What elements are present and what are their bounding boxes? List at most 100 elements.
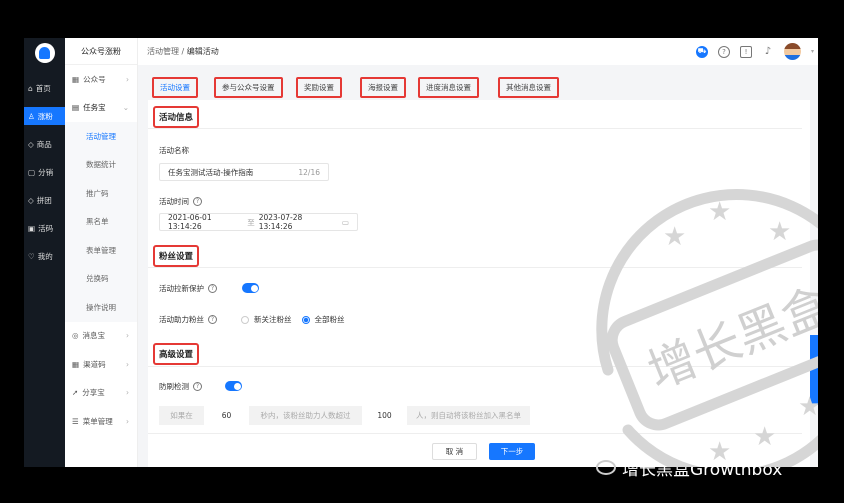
divider xyxy=(148,267,802,268)
breadcrumb-current: 编辑活动 xyxy=(186,47,219,56)
tab-poster-settings[interactable]: 海报设置 xyxy=(360,77,406,98)
bell-icon[interactable]: ♪ xyxy=(762,46,774,58)
footer-watermark: 增长黑盒Growthbox xyxy=(596,455,782,480)
watermark-stamp: 增长黑盒 ★★★★ ★★ xyxy=(596,189,818,467)
nav-live-code[interactable]: ▣ 活码 xyxy=(24,214,65,242)
feedback-icon[interactable]: ! xyxy=(739,45,752,58)
form-card: 增长黑盒 ★ ★ ★ ★ ★ ★ 活动信息 活动名称 任务宝测试活动-操作指南 12/16 … xyxy=(148,100,818,467)
next-step-button[interactable]: 下一步 xyxy=(489,443,535,460)
tab-other-message-settings[interactable]: 其他消息设置 xyxy=(498,77,559,98)
chevron-down-icon[interactable]: ▾ xyxy=(811,48,814,55)
task-submenu: 活动管理 数据统计 推广码 黑名单 表单管理 兑换码 操作说明 xyxy=(65,122,137,322)
calendar-icon: ▤ xyxy=(72,103,80,113)
floating-side-tab[interactable] xyxy=(810,335,818,405)
tab-activity-settings[interactable]: 活动设置 xyxy=(152,77,198,98)
divider xyxy=(148,366,802,367)
grid-icon: ▦ xyxy=(72,74,80,84)
help-icon[interactable]: ? xyxy=(717,45,730,58)
svg-text:★: ★ xyxy=(753,422,776,452)
nav-form-management[interactable]: 表单管理 xyxy=(65,236,137,265)
home-icon: ⌂ xyxy=(28,83,33,93)
chevron-right-icon: › xyxy=(126,359,129,369)
anti-fraud-rule: 如果在 60 秒内，该粉丝助力人数超过 100 人，则自动将该粉丝加入黑名单 xyxy=(159,406,530,425)
nav-instructions[interactable]: 操作说明 xyxy=(65,293,137,322)
lock-icon: ▢ xyxy=(28,167,36,177)
calendar-icon: ▭ xyxy=(341,217,349,227)
settings-tabs: 活动设置 参与公众号设置 奖励设置 海报设置 进度消息设置 其他消息设置 xyxy=(148,73,810,100)
chevron-down-icon: ⌄ xyxy=(122,103,129,113)
activity-name-input[interactable]: 任务宝测试活动-操作指南 12/16 xyxy=(159,163,329,181)
tab-reward-settings[interactable]: 奖励设置 xyxy=(296,77,342,98)
message-icon: ◎ xyxy=(72,331,79,341)
tag-icon: ◇ xyxy=(28,139,34,149)
count-input[interactable]: 100 xyxy=(362,406,407,425)
chevron-right-icon: › xyxy=(126,416,129,426)
section-advanced-settings: 高级设置 xyxy=(153,343,200,365)
avatar[interactable] xyxy=(783,43,801,60)
shield-icon: ♡ xyxy=(28,251,35,261)
app-window: ⌂ 首页 ♙ 涨粉 ◇ 商品 ▢ 分销 ◇ 拼团 ▣ 活码 ♡ 我的 公众号涨粉 ▦ 公众号 › … xyxy=(24,38,818,467)
svg-text:★: ★ xyxy=(708,197,731,227)
divider xyxy=(148,433,802,434)
breadcrumb: 活动管理 / 编辑活动 xyxy=(147,47,219,56)
nav-data-stats[interactable]: 数据统计 xyxy=(65,151,137,180)
assist-fans-label: 活动助力粉丝? xyxy=(159,314,217,325)
nav-group-buy[interactable]: ◇ 拼团 xyxy=(24,186,65,214)
assist-fans-radio-group: 新关注粉丝 全部粉丝 xyxy=(241,314,345,325)
logo xyxy=(34,43,55,63)
new-fan-protection-toggle[interactable] xyxy=(242,283,259,293)
anti-fraud-toggle[interactable] xyxy=(225,381,242,391)
qr-icon: ▣ xyxy=(28,223,36,233)
send-icon: ➚ xyxy=(72,388,79,398)
nav-channel-code[interactable]: ▦ 渠道码 › xyxy=(65,350,137,379)
nav-home[interactable]: ⌂ 首页 xyxy=(24,74,65,102)
help-icon[interactable]: ? xyxy=(193,382,202,391)
chevron-right-icon: › xyxy=(126,331,129,341)
activity-name-label: 活动名称 xyxy=(159,146,189,155)
chevron-right-icon: › xyxy=(126,74,129,84)
nav-mine[interactable]: ♡ 我的 xyxy=(24,242,65,270)
help-icon[interactable]: ? xyxy=(208,284,217,293)
nav-share-treasure[interactable]: ➚ 分享宝 › xyxy=(65,379,137,408)
section-activity-info: 活动信息 xyxy=(153,106,200,128)
svg-text:★: ★ xyxy=(663,222,686,252)
help-icon[interactable]: ? xyxy=(208,315,217,324)
anti-fraud-label: 防刷检测? xyxy=(159,381,202,392)
cancel-button[interactable]: 取 消 xyxy=(432,443,477,460)
nav-distribution[interactable]: ▢ 分销 xyxy=(24,158,65,186)
user-icon: ♙ xyxy=(28,111,35,121)
radio-all-fans[interactable]: 全部粉丝 xyxy=(301,314,345,325)
cart-icon[interactable]: ⛟ xyxy=(695,45,708,58)
svg-text:★: ★ xyxy=(768,217,791,247)
radio-new-fans[interactable]: 新关注粉丝 xyxy=(241,314,292,325)
seconds-input[interactable]: 60 xyxy=(204,406,249,425)
tag-icon: ◇ xyxy=(28,195,34,205)
nav-official-account[interactable]: ▦ 公众号 › xyxy=(65,65,137,94)
svg-text:增长黑盒: 增长黑盒 xyxy=(640,277,818,401)
nav-message-treasure[interactable]: ◎ 消息宝 › xyxy=(65,322,137,351)
brand-title: 公众号涨粉 xyxy=(65,38,137,65)
section-fans-settings: 粉丝设置 xyxy=(153,245,200,267)
nav-grow-fans[interactable]: ♙ 涨粉 xyxy=(24,107,65,125)
nav-task-treasure[interactable]: ▤ 任务宝 ⌄ xyxy=(65,94,137,123)
divider xyxy=(148,128,802,129)
nav-goods[interactable]: ◇ 商品 xyxy=(24,130,65,158)
tab-progress-message-settings[interactable]: 进度消息设置 xyxy=(418,77,479,98)
secondary-sidebar: 公众号涨粉 ▦ 公众号 › ▤ 任务宝 ⌄ 活动管理 数据统计 推广码 黑名单 表单管理… xyxy=(65,38,138,467)
tab-account-settings[interactable]: 参与公众号设置 xyxy=(214,77,283,98)
nav-blacklist[interactable]: 黑名单 xyxy=(65,208,137,237)
nav-redeem-code[interactable]: 兑换码 xyxy=(65,265,137,294)
wechat-icon xyxy=(596,460,616,475)
qr-icon: ▦ xyxy=(72,359,80,369)
activity-time-range-picker[interactable]: 2021-06-01 13:14:26 至 2023-07-28 13:14:26 ▭ xyxy=(159,213,358,231)
help-icon[interactable]: ? xyxy=(193,197,202,206)
menu-icon: ☰ xyxy=(72,416,79,426)
nav-promo-code[interactable]: 推广码 xyxy=(65,179,137,208)
primary-sidebar: ⌂ 首页 ♙ 涨粉 ◇ 商品 ▢ 分销 ◇ 拼团 ▣ 活码 ♡ 我的 xyxy=(24,38,65,467)
chevron-right-icon: › xyxy=(126,388,129,398)
nav-activity-management[interactable]: 活动管理 xyxy=(65,122,137,151)
char-count: 12/16 xyxy=(298,167,320,177)
nav-menu-management[interactable]: ☰ 菜单管理 › xyxy=(65,407,137,436)
breadcrumb-parent[interactable]: 活动管理 xyxy=(147,47,179,56)
new-fan-protection-label: 活动拉新保护? xyxy=(159,283,217,294)
